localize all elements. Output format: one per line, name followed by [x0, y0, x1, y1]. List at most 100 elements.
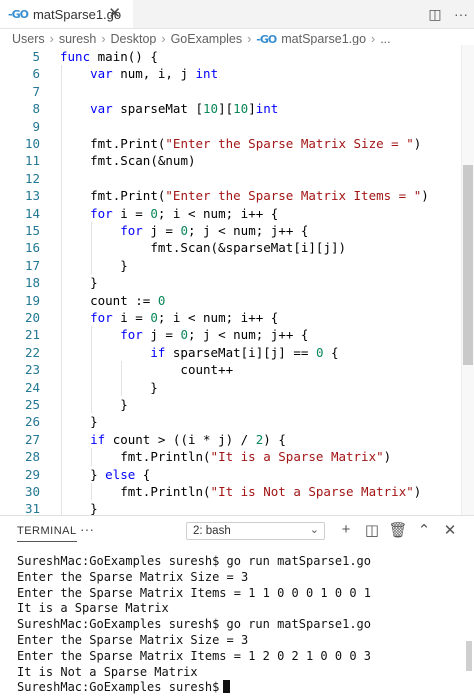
- line-number: 17: [24, 257, 40, 273]
- line-number: 16: [24, 240, 40, 256]
- code-line[interactable]: 17 }: [0, 257, 474, 274]
- line-number: 15: [24, 223, 40, 238]
- line-number: 21: [24, 327, 40, 343]
- line-number: 28: [24, 449, 40, 465]
- trash-icon[interactable]: 🗑: [388, 521, 408, 539]
- chevron-down-icon: ⌄: [309, 524, 319, 536]
- line-number: 22: [24, 344, 40, 360]
- terminal-panel: TERMINAL ··· 2: bash ⌄ + ◫ 🗑 ⌃ ✕ SureshM…: [0, 515, 474, 694]
- code-text: } else {: [60, 466, 151, 482]
- code-line[interactable]: 25 }: [0, 396, 474, 413]
- code-line[interactable]: 12: [0, 170, 474, 187]
- code-line[interactable]: 23 count++: [0, 361, 474, 378]
- code-line[interactable]: 19 count := 0: [0, 292, 474, 309]
- line-number: 10: [24, 136, 40, 151]
- breadcrumb-symbols[interactable]: ...: [380, 32, 390, 46]
- line-number: 5: [32, 49, 40, 64]
- breadcrumb-suresh[interactable]: suresh: [59, 32, 97, 46]
- code-line[interactable]: 24 }: [0, 379, 474, 396]
- add-terminal-icon[interactable]: +: [336, 521, 356, 538]
- indent-guide: [91, 483, 93, 501]
- code-text: }: [60, 275, 98, 291]
- code-line[interactable]: 10 fmt.Print("Enter the Sparse Matrix Si…: [0, 135, 474, 152]
- breadcrumb-users[interactable]: Users: [12, 32, 45, 46]
- line-number: 25: [24, 397, 40, 412]
- code-text: for j = 0; j < num; j++ {: [120, 327, 309, 343]
- breadcrumb-desktop[interactable]: Desktop: [111, 32, 157, 46]
- code-text: func main() {: [60, 49, 158, 64]
- close-panel-icon[interactable]: ✕: [440, 521, 460, 539]
- code-line[interactable]: 29 } else {: [0, 466, 474, 483]
- terminal-line: Enter the Sparse Matrix Items = 1 1 0 0 …: [17, 585, 372, 600]
- code-text: }: [60, 397, 128, 412]
- line-number: 6: [32, 66, 40, 82]
- code-line[interactable]: 28 fmt.Println("It is a Sparse Matrix"): [0, 448, 474, 465]
- terminal-output[interactable]: SureshMac:GoExamples suresh$ go run matS…: [17, 554, 467, 696]
- breadcrumb-file[interactable]: matSparse1.go: [281, 32, 366, 46]
- code-text: if sparseMat[i][j] == 0 {: [150, 344, 339, 360]
- close-icon[interactable]: ✕: [108, 4, 121, 22]
- code-line[interactable]: 5 func main() {: [0, 48, 474, 65]
- terminal-cursor: [223, 680, 231, 694]
- tab-matsparse1[interactable]: -GO matSparse1.go ✕: [0, 0, 133, 28]
- indent-guide: [91, 222, 93, 275]
- terminal-scrollbar[interactable]: [466, 641, 472, 671]
- tab-terminal[interactable]: TERMINAL: [17, 525, 77, 542]
- code-line[interactable]: 20 for i = 0; i < num; i++ {: [0, 309, 474, 326]
- line-number: 13: [24, 188, 40, 204]
- split-editor-icon[interactable]: ◫: [422, 6, 448, 23]
- code-line[interactable]: 21 for j = 0; j < num; j++ {: [0, 326, 474, 343]
- code-text: var num, i, j int: [90, 66, 219, 82]
- panel-more-icon[interactable]: ···: [80, 521, 94, 537]
- code-line[interactable]: 31 }: [0, 500, 474, 515]
- code-line[interactable]: 16 fmt.Scan(&sparseMat[i][j]): [0, 239, 474, 256]
- maximize-panel-icon[interactable]: ⌃: [414, 521, 434, 539]
- code-line[interactable]: 8 var sparseMat [10][10]int: [0, 100, 474, 117]
- terminal-line: SureshMac:GoExamples suresh$ go run matS…: [17, 617, 372, 632]
- code-line[interactable]: 18 }: [0, 274, 474, 291]
- line-number: 31: [24, 501, 40, 515]
- chevron-right-icon: ›: [101, 32, 106, 46]
- code-line[interactable]: 7: [0, 83, 474, 100]
- code-text: fmt.Print("Enter the Sparse Matrix Size …: [90, 136, 422, 151]
- code-line[interactable]: 30 fmt.Println("It is Not a Sparse Matri…: [0, 483, 474, 500]
- code-text: }: [60, 501, 98, 515]
- code-text: fmt.Println("It is Not a Sparse Matrix"): [120, 484, 422, 499]
- indent-guide: [91, 326, 93, 414]
- terminal-line: Enter the Sparse Matrix Items = 1 2 0 2 …: [17, 648, 372, 663]
- indent-guide: [61, 65, 62, 515]
- code-editor[interactable]: 5 func main() {6 var num, i, j int 7 8 var …: [0, 45, 474, 515]
- code-line[interactable]: 22 if sparseMat[i][j] == 0 {: [0, 344, 474, 361]
- code-text: if count > ((i * j) / 2) {: [90, 431, 286, 447]
- code-text: fmt.Print("Enter the Sparse Matrix Items…: [90, 188, 429, 204]
- code-text: fmt.Scan(&sparseMat[i][j]): [150, 240, 347, 256]
- split-terminal-icon[interactable]: ◫: [362, 521, 382, 539]
- code-line[interactable]: 26 }: [0, 413, 474, 430]
- terminal-line: Enter the Sparse Matrix Size = 3: [17, 632, 249, 647]
- editor-scrollbar-thumb[interactable]: [463, 165, 473, 365]
- terminal-line: Enter the Sparse Matrix Size = 3: [17, 569, 249, 584]
- terminal-select[interactable]: 2: bash ⌄: [186, 522, 325, 540]
- code-line[interactable]: 13 fmt.Print("Enter the Sparse Matrix It…: [0, 187, 474, 204]
- go-file-icon: -GO: [8, 7, 29, 21]
- line-number: 12: [24, 170, 40, 186]
- breadcrumb-goexamples[interactable]: GoExamples: [171, 32, 243, 46]
- code-text: count := 0: [90, 292, 166, 308]
- line-number: 19: [24, 292, 40, 308]
- terminal-line: It is Not a Sparse Matrix: [17, 664, 198, 679]
- indent-guide: [121, 361, 123, 396]
- line-number: 29: [24, 466, 40, 482]
- line-number: 24: [24, 379, 40, 395]
- code-line[interactable]: 14 for i = 0; i < num; i++ {: [0, 205, 474, 222]
- code-line[interactable]: 27 if count > ((i * j) / 2) {: [0, 431, 474, 448]
- editor-tab-bar: -GO matSparse1.go ✕ ◫ ···: [0, 0, 474, 29]
- code-text: for j = 0; j < num; j++ {: [120, 223, 309, 238]
- code-line[interactable]: 15 for j = 0; j < num; j++ {: [0, 222, 474, 239]
- editor-scrollbar[interactable]: [461, 45, 474, 515]
- code-line[interactable]: 11 fmt.Scan(&num): [0, 152, 474, 169]
- more-actions-icon[interactable]: ···: [448, 6, 474, 22]
- code-line[interactable]: 9: [0, 118, 474, 135]
- code-line[interactable]: 6 var num, i, j int: [0, 65, 474, 82]
- line-number: 23: [24, 362, 40, 378]
- line-number: 8: [32, 101, 40, 117]
